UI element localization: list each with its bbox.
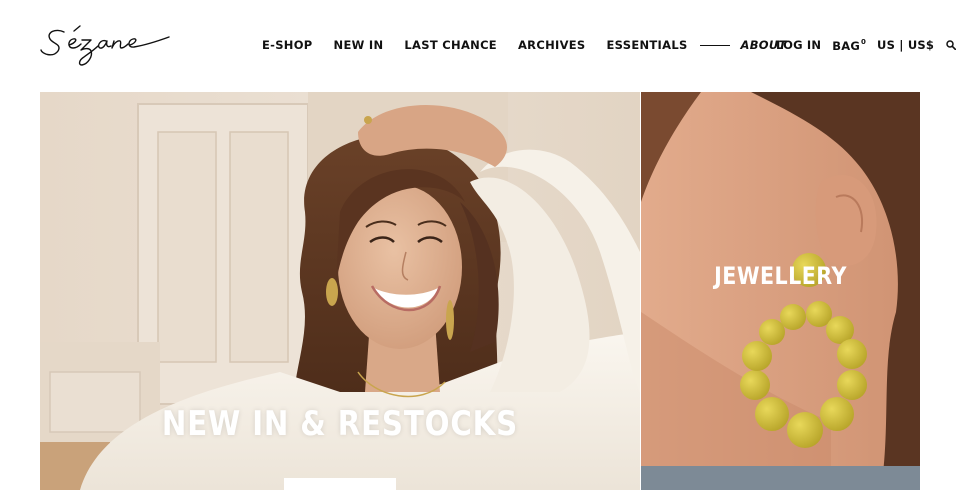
search-icon[interactable] (946, 40, 957, 50)
hero-title-new-in-restocks[interactable]: NEW IN & RESTOCKS (82, 404, 598, 444)
hero-cta-button[interactable] (284, 478, 396, 490)
sezane-wordmark-icon (40, 25, 170, 66)
site-header: E-SHOP NEW IN LAST CHANCE ARCHIVES ESSEN… (0, 0, 960, 92)
hero-jewellery-banner[interactable]: JEWELLERY (641, 92, 920, 490)
bag-label: BAG (832, 38, 860, 53)
jewellery-title[interactable]: JEWELLERY (661, 262, 901, 290)
nav-item-last-chance[interactable]: LAST CHANCE (404, 38, 497, 52)
nav-item-new-in[interactable]: NEW IN (334, 38, 384, 52)
locale-currency-selector[interactable]: US | US$ (877, 38, 934, 52)
hero-new-in-banner[interactable]: NEW IN & RESTOCKS (40, 92, 640, 490)
bag-link[interactable]: BAG0 (832, 38, 866, 53)
utility-nav: LOG IN BAG0 US | US$ (776, 37, 957, 53)
earring-closeup-image (641, 92, 920, 490)
nav-item-essentials[interactable]: ESSENTIALS (607, 38, 688, 52)
bag-count-badge: 0 (860, 37, 867, 46)
nav-item-archives[interactable]: ARCHIVES (518, 38, 586, 52)
nav-divider-line (699, 44, 730, 46)
login-link[interactable]: LOG IN (776, 38, 821, 52)
sezane-logo[interactable] (38, 20, 172, 70)
main-nav: E-SHOP NEW IN LAST CHANCE ARCHIVES ESSEN… (262, 37, 787, 53)
nav-item-e-shop[interactable]: E-SHOP (262, 38, 313, 52)
